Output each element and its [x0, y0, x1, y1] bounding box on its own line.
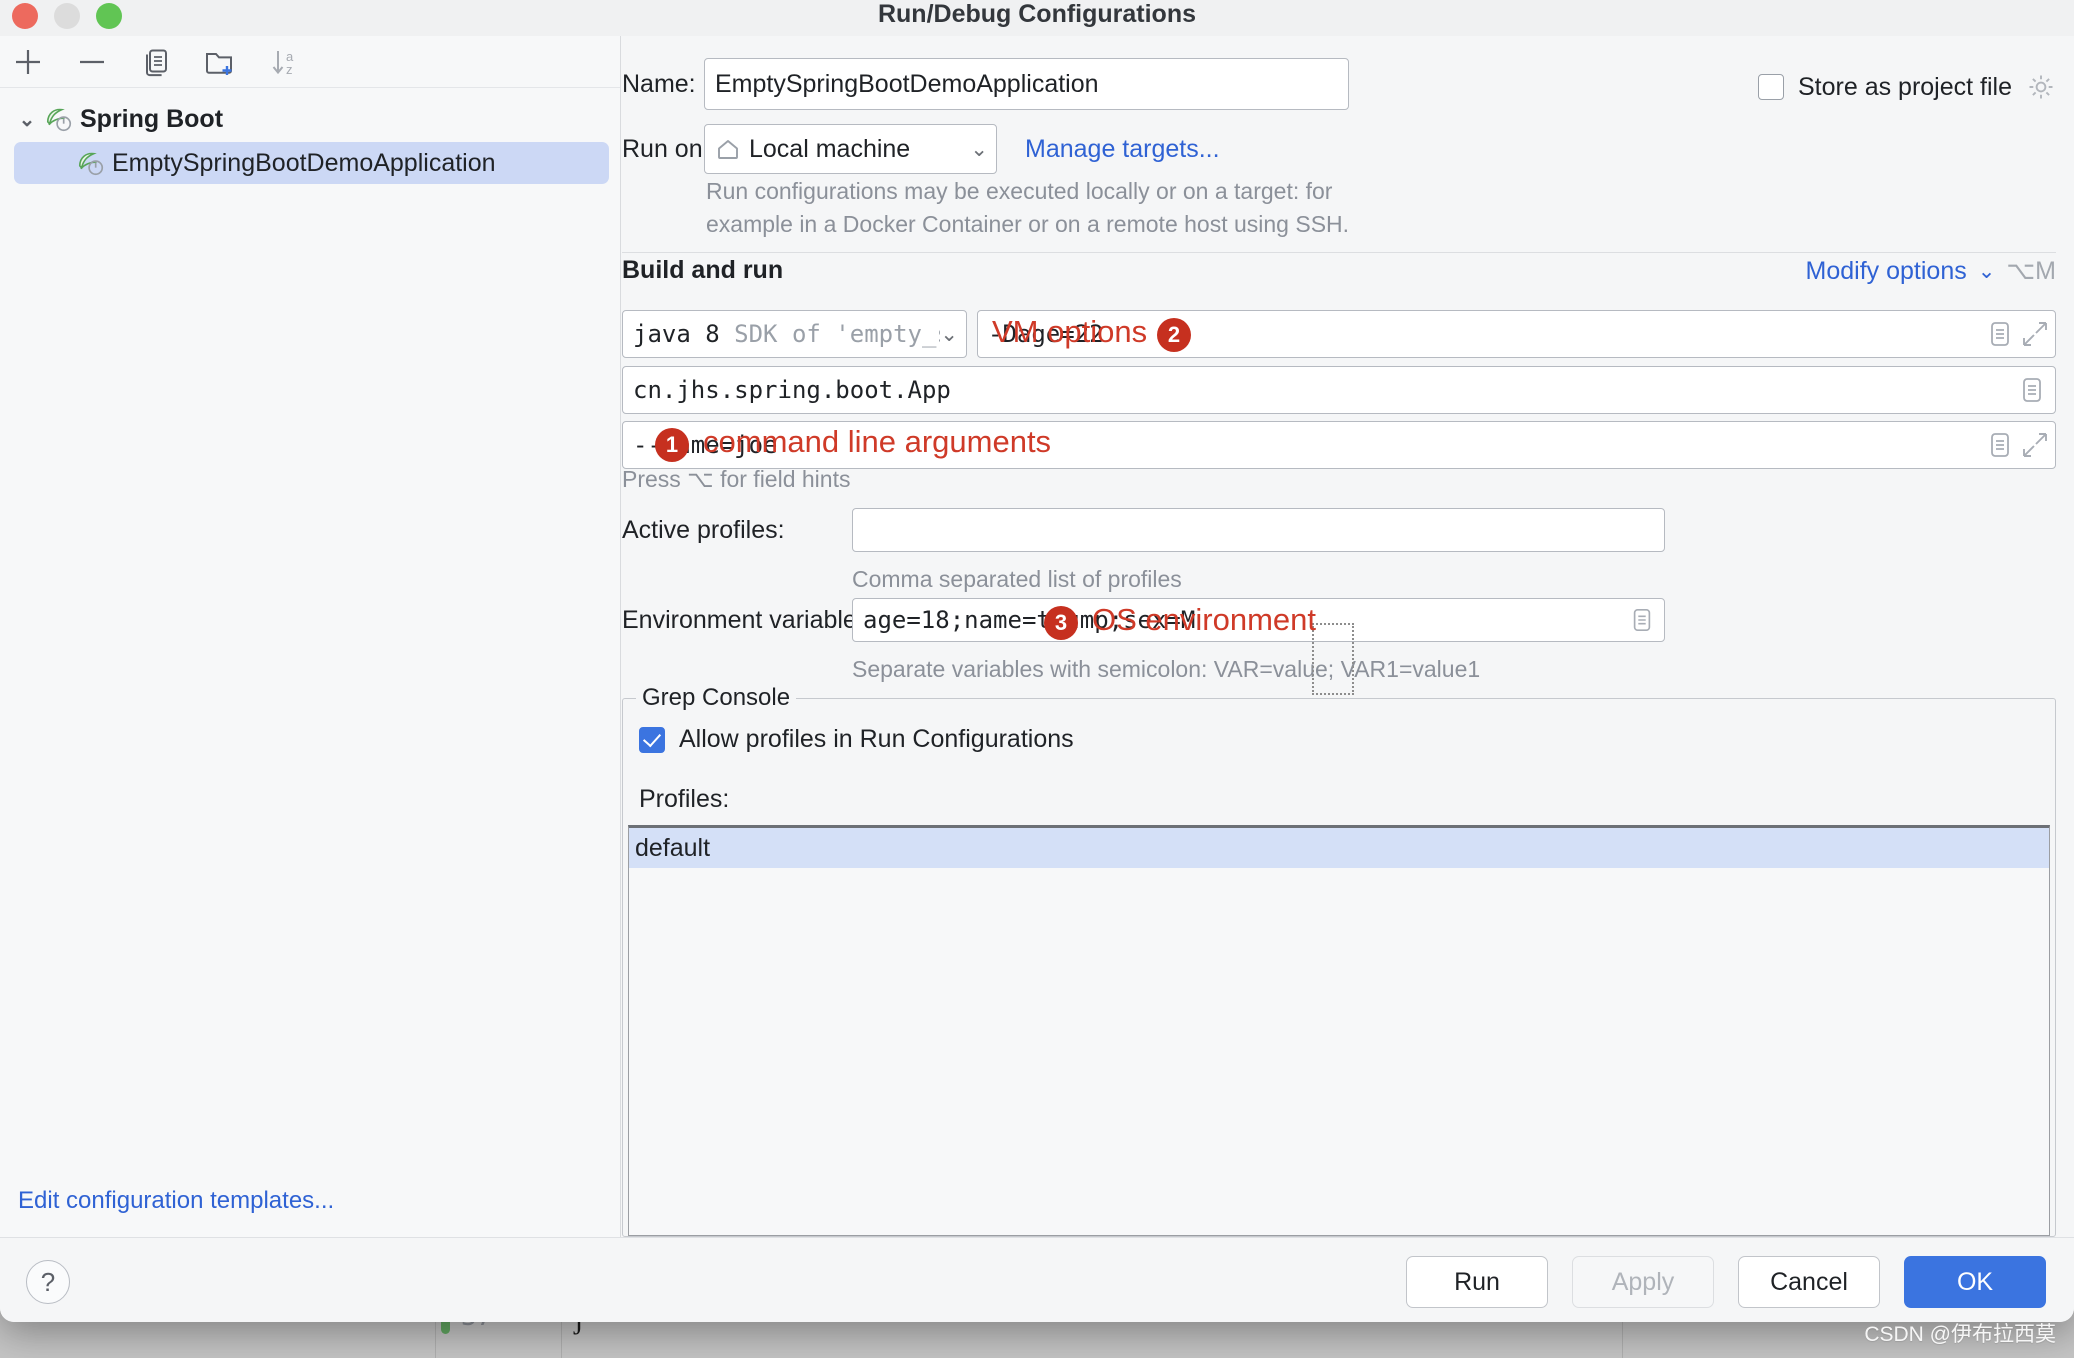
ok-button[interactable]: OK [1904, 1256, 2046, 1308]
svg-text:z: z [286, 62, 293, 77]
home-icon [715, 136, 741, 162]
allow-profiles-label: Allow profiles in Run Configurations [679, 725, 1074, 754]
expand-arrows-icon[interactable] [2021, 320, 2049, 348]
remove-configuration-button[interactable] [72, 42, 112, 82]
tree-group-spring-boot[interactable]: ⌄ Spring Boot [0, 98, 620, 140]
copy-configuration-button[interactable] [136, 42, 176, 82]
backdrop-gutter-line-3 [1622, 1318, 1623, 1358]
expand-editor-icon[interactable] [1987, 430, 2013, 460]
allow-profiles-row[interactable]: Allow profiles in Run Configurations [639, 725, 1074, 754]
tree-item-label: EmptySpringBootDemoApplication [112, 149, 496, 178]
dialog-title: Run/Debug Configurations [0, 0, 2074, 36]
store-as-project-file-row: Store as project file [1758, 72, 2056, 102]
chevron-down-icon[interactable]: ⌄ [940, 322, 958, 347]
dialog-footer: ? Run Apply Cancel OK [0, 1237, 2074, 1322]
main-class-input[interactable]: cn.jhs.spring.boot.App [622, 366, 2056, 414]
grep-console-group: Grep Console Allow profiles in Run Confi… [622, 698, 2056, 1237]
expand-arrows-icon[interactable] [2021, 431, 2049, 459]
environment-variables-input[interactable]: age=18;name=trump;sex=M [852, 598, 1665, 642]
chevron-down-icon[interactable]: ⌄ [970, 137, 988, 162]
profiles-label: Profiles: [639, 785, 729, 814]
active-profiles-hint: Comma separated list of profiles [852, 566, 1182, 593]
jre-dropdown[interactable]: java 8 SDK of 'empty_spri ⌄ [622, 310, 967, 358]
run-on-description-line-1: Run configurations may be executed local… [706, 178, 1332, 205]
sort-alphabetically-button[interactable]: a z [264, 42, 304, 82]
name-input-value: EmptySpringBootDemoApplication [715, 70, 1338, 99]
build-and-run-title: Build and run [622, 256, 783, 285]
run-debug-configurations-dialog: Run/Debug Configurations [0, 0, 2074, 1322]
configurations-sidebar: a z ⌄ Spring Boot [0, 36, 621, 1237]
title-bar: Run/Debug Configurations [0, 0, 2074, 36]
modify-options-shortcut: ⌥M [2006, 256, 2056, 286]
active-profiles-label: Active profiles: [622, 516, 852, 545]
run-on-value: Local machine [749, 135, 970, 164]
minus-icon [75, 45, 109, 79]
chevron-down-icon[interactable]: ⌄ [1978, 259, 1996, 284]
folder-add-icon [203, 45, 237, 79]
add-configuration-button[interactable] [8, 42, 48, 82]
spring-boot-icon [44, 104, 74, 134]
name-input[interactable]: EmptySpringBootDemoApplication [704, 58, 1349, 110]
configuration-editor-pane: Name: EmptySpringBootDemoApplication Sto… [622, 36, 2074, 1237]
spring-boot-icon [76, 148, 106, 178]
vm-options-input[interactable]: -Dage=22 [977, 310, 2056, 358]
jre-value-muted: SDK of 'empty_spri [734, 320, 940, 348]
active-profiles-input[interactable] [852, 508, 1665, 552]
jre-value: java 8 SDK of 'empty_spri [633, 320, 940, 348]
name-row: Name: EmptySpringBootDemoApplication [622, 58, 1349, 110]
section-divider [622, 252, 2056, 253]
tree-group-label: Spring Boot [80, 105, 223, 134]
sidebar-toolbar: a z [0, 36, 620, 88]
question-mark-icon: ? [41, 1267, 55, 1298]
tree-item-emptyspringbootdemoapplication[interactable]: EmptySpringBootDemoApplication [14, 142, 609, 184]
gear-icon[interactable] [2026, 72, 2056, 102]
build-and-run-header: Build and run [622, 256, 783, 285]
environment-variables-hint: Separate variables with semicolon: VAR=v… [852, 656, 1480, 683]
manage-targets-link[interactable]: Manage targets... [1025, 135, 1220, 164]
plus-icon [11, 45, 45, 79]
help-button[interactable]: ? [26, 1260, 70, 1304]
environment-variables-value: age=18;name=trump;sex=M [863, 606, 1630, 634]
expand-editor-icon[interactable] [2019, 375, 2045, 405]
copy-icon [139, 45, 173, 79]
cancel-button[interactable]: Cancel [1738, 1256, 1880, 1308]
run-button[interactable]: Run [1406, 1256, 1548, 1308]
apply-button: Apply [1572, 1256, 1714, 1308]
main-class-value: cn.jhs.spring.boot.App [633, 376, 2019, 404]
edit-configuration-templates-link[interactable]: Edit configuration templates... [18, 1187, 334, 1215]
allow-profiles-checkbox[interactable] [639, 727, 665, 753]
chevron-down-icon[interactable]: ⌄ [14, 107, 40, 132]
environment-variables-row: Environment variables: age=18;name=trump… [622, 598, 1665, 642]
expand-editor-icon[interactable] [1630, 606, 1654, 634]
profiles-list-item[interactable]: default [629, 828, 2049, 868]
field-hints-text: Press ⌥ for field hints [622, 466, 850, 493]
program-arguments-value: --name=joe [633, 431, 1987, 459]
run-on-dropdown[interactable]: Local machine ⌄ [704, 124, 997, 174]
run-on-description-line-2: example in a Docker Container or on a re… [706, 211, 1349, 238]
expand-editor-icon[interactable] [1987, 319, 2013, 349]
profiles-list[interactable]: default [628, 825, 2050, 1236]
modify-options-link[interactable]: Modify options [1806, 257, 1967, 286]
configurations-tree: ⌄ Spring Boot EmptySpringBootDemoApplica… [0, 98, 620, 184]
footer-buttons: Run Apply Cancel OK [1406, 1256, 2046, 1308]
jre-value-strong: java 8 [633, 320, 720, 348]
modify-options-group: Modify options ⌄ ⌥M [1806, 256, 2056, 286]
environment-variables-label: Environment variables: [622, 606, 852, 635]
run-on-row: Run on: Local machine ⌄ Manage targets..… [622, 124, 1220, 174]
vm-options-value: -Dage=22 [988, 320, 1987, 348]
active-profiles-row: Active profiles: [622, 508, 1665, 552]
store-as-project-file-label: Store as project file [1798, 73, 2012, 102]
new-folder-button[interactable] [200, 42, 240, 82]
program-arguments-input[interactable]: --name=joe [622, 421, 2056, 469]
store-as-project-file-checkbox[interactable] [1758, 74, 1784, 100]
grep-console-legend: Grep Console [636, 684, 796, 712]
sort-az-icon: a z [267, 45, 301, 79]
